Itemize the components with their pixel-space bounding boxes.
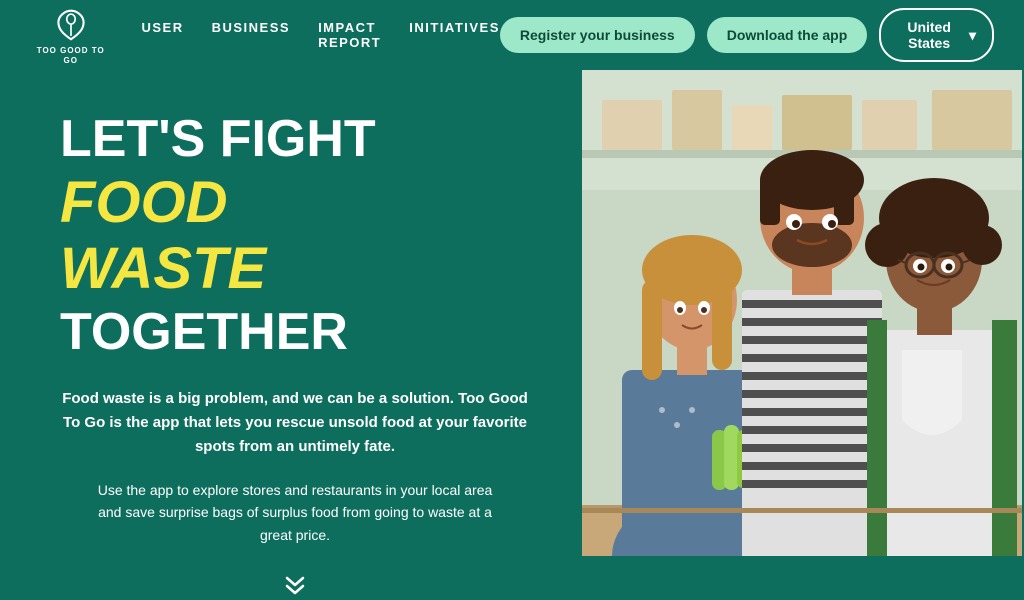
hero-title-white-1: LET'S FIGHT — [60, 110, 376, 168]
navbar: TOO GOOD TO GO USER BUSINESS IMPACT REPO… — [0, 0, 1024, 70]
scroll-indicator[interactable] — [60, 576, 530, 600]
hero-title-yellow-1: food — [60, 170, 228, 235]
register-business-button[interactable]: Register your business — [500, 17, 695, 53]
nav-links: USER BUSINESS IMPACT REPORT INITIATIVES — [141, 20, 499, 50]
hero-panel: LET'S FIGHT food waste TOGETHER Food was… — [0, 70, 580, 556]
nav-link-business[interactable]: BUSINESS — [212, 20, 290, 50]
nav-link-initiatives[interactable]: INITIATIVES — [409, 20, 500, 50]
chevron-down-icon: ▾ — [969, 27, 976, 44]
hero-description: Use the app to explore stores and restau… — [95, 479, 495, 546]
hero-image-panel — [580, 70, 1024, 556]
nav-link-impact-report[interactable]: IMPACT REPORT — [318, 20, 381, 50]
hero-title-white-2: TOGETHER — [60, 303, 348, 361]
nav-actions: Register your business Download the app … — [500, 8, 994, 62]
nav-link-user[interactable]: USER — [141, 20, 183, 50]
main-content: LET'S FIGHT food waste TOGETHER Food was… — [0, 70, 1024, 556]
download-app-button[interactable]: Download the app — [707, 17, 868, 53]
logo[interactable]: TOO GOOD TO GO — [30, 4, 111, 65]
hero-subtitle: Food waste is a big problem, and we can … — [60, 387, 530, 459]
country-selector-button[interactable]: United States ▾ — [879, 8, 994, 62]
hero-title-yellow-2: waste — [60, 236, 266, 301]
brand-name: TOO GOOD TO GO — [30, 46, 111, 65]
scroll-down-icon — [283, 576, 307, 600]
country-label: United States — [897, 19, 961, 51]
hero-image — [580, 70, 1024, 556]
hero-title: LET'S FIGHT food waste TOGETHER — [60, 110, 530, 363]
